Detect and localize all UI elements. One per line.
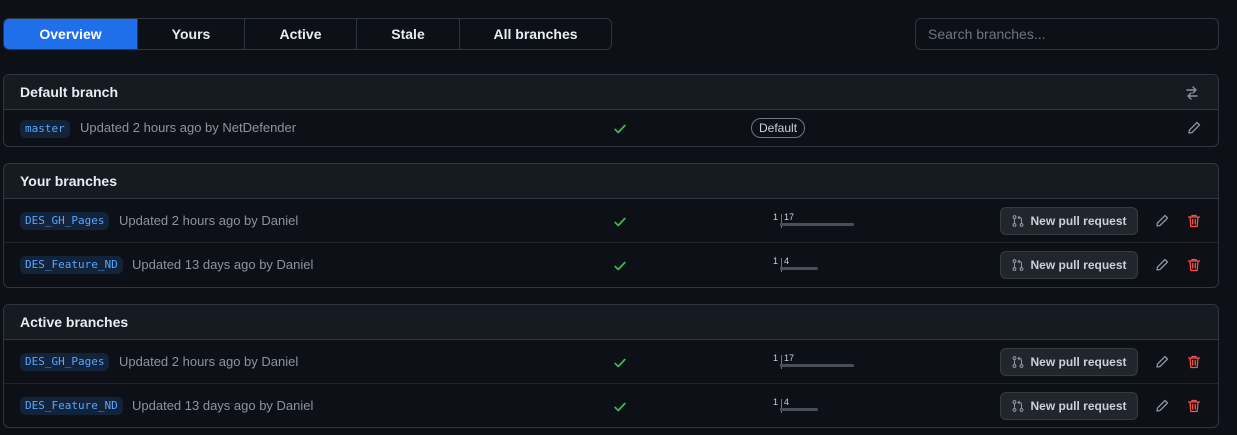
default-branch-header: Default branch (4, 75, 1218, 110)
new-pull-request-button[interactable]: New pull request (1000, 251, 1138, 279)
switch-default-branch-icon[interactable] (1184, 85, 1200, 101)
edit-pencil-icon[interactable] (1154, 257, 1170, 273)
new-pull-request-button[interactable]: New pull request (1000, 392, 1138, 420)
tab-yours[interactable]: Yours (138, 19, 245, 49)
branch-filter-tabs: Overview Yours Active Stale All branches (3, 18, 612, 50)
trash-icon[interactable] (1186, 213, 1202, 229)
branch-name[interactable]: master (20, 120, 70, 138)
tab-stale[interactable]: Stale (357, 19, 460, 49)
ahead-count: 4 (784, 397, 790, 407)
new-pull-request-button[interactable]: New pull request (1000, 207, 1138, 235)
ahead-bar (781, 267, 818, 270)
git-pull-request-icon (1013, 259, 1024, 271)
ahead-behind-indicator: 1 4 (771, 256, 861, 276)
default-badge: Default (751, 118, 806, 138)
active-branches-box: Active branches DES_GH_Pages Updated 2 h… (3, 304, 1219, 428)
ahead-bar (781, 364, 854, 367)
ahead-count: 17 (784, 212, 795, 222)
trash-icon[interactable] (1186, 354, 1202, 370)
default-branch-box: Default branch master Updated 2 hours ag… (3, 74, 1219, 147)
your-branches-box: Your branches DES_GH_Pages Updated 2 hou… (3, 163, 1219, 288)
branch-row: DES_Feature_ND Updated 13 days ago by Da… (4, 384, 1218, 427)
section-title: Default branch (20, 84, 119, 100)
edit-pencil-icon[interactable] (1186, 120, 1202, 136)
branch-updated-text: Updated 13 days ago by Daniel (132, 257, 314, 272)
section-title: Active branches (20, 314, 129, 330)
search-branches-input[interactable] (915, 18, 1219, 50)
behind-count: 1 (772, 397, 778, 407)
check-icon[interactable] (613, 215, 627, 229)
edit-pencil-icon[interactable] (1154, 398, 1170, 414)
behind-count: 1 (772, 353, 778, 363)
active-branches-header: Active branches (4, 305, 1218, 340)
ahead-behind-indicator: 1 17 (771, 212, 861, 232)
trash-icon[interactable] (1186, 257, 1202, 273)
ahead-bar (781, 408, 818, 411)
ahead-bar (781, 223, 854, 226)
branch-row: DES_Feature_ND Updated 13 days ago by Da… (4, 243, 1218, 287)
branch-name[interactable]: DES_GH_Pages (20, 212, 110, 230)
branch-updated-text: Updated 2 hours ago by Daniel (119, 213, 299, 228)
ahead-count: 4 (784, 256, 790, 266)
new-pull-request-label: New pull request (1030, 258, 1127, 272)
new-pull-request-button[interactable]: New pull request (1000, 348, 1138, 376)
branch-name[interactable]: DES_GH_Pages (20, 353, 110, 371)
check-icon[interactable] (613, 356, 627, 370)
git-pull-request-icon (1013, 400, 1024, 412)
behind-count: 1 (772, 212, 778, 222)
behind-count: 1 (772, 256, 778, 266)
git-pull-request-icon (1013, 356, 1024, 368)
branch-updated-text: Updated 13 days ago by Daniel (132, 398, 314, 413)
edit-pencil-icon[interactable] (1154, 213, 1170, 229)
trash-icon[interactable] (1186, 398, 1202, 414)
branch-name[interactable]: DES_Feature_ND (20, 256, 123, 274)
check-icon[interactable] (613, 122, 627, 136)
branch-name[interactable]: DES_Feature_ND (20, 397, 123, 415)
tab-active[interactable]: Active (245, 19, 357, 49)
ahead-behind-indicator: 1 4 (771, 397, 861, 417)
new-pull-request-label: New pull request (1030, 214, 1127, 228)
check-icon[interactable] (613, 400, 627, 414)
branch-row: DES_GH_Pages Updated 2 hours ago by Dani… (4, 199, 1218, 243)
branch-updated-text: Updated 2 hours ago by Daniel (119, 354, 299, 369)
edit-pencil-icon[interactable] (1154, 354, 1170, 370)
section-title: Your branches (20, 173, 117, 189)
new-pull-request-label: New pull request (1030, 355, 1127, 369)
your-branches-header: Your branches (4, 164, 1218, 199)
tab-all-branches[interactable]: All branches (460, 19, 611, 49)
git-pull-request-icon (1013, 215, 1024, 227)
branch-row: DES_GH_Pages Updated 2 hours ago by Dani… (4, 340, 1218, 384)
tab-overview[interactable]: Overview (4, 19, 138, 49)
new-pull-request-label: New pull request (1030, 399, 1127, 413)
branch-row: master Updated 2 hours ago by NetDefende… (4, 110, 1218, 146)
ahead-count: 17 (784, 353, 795, 363)
ahead-behind-indicator: 1 17 (771, 353, 861, 373)
check-icon[interactable] (613, 259, 627, 273)
branch-updated-text: Updated 2 hours ago by NetDefender (80, 120, 297, 135)
